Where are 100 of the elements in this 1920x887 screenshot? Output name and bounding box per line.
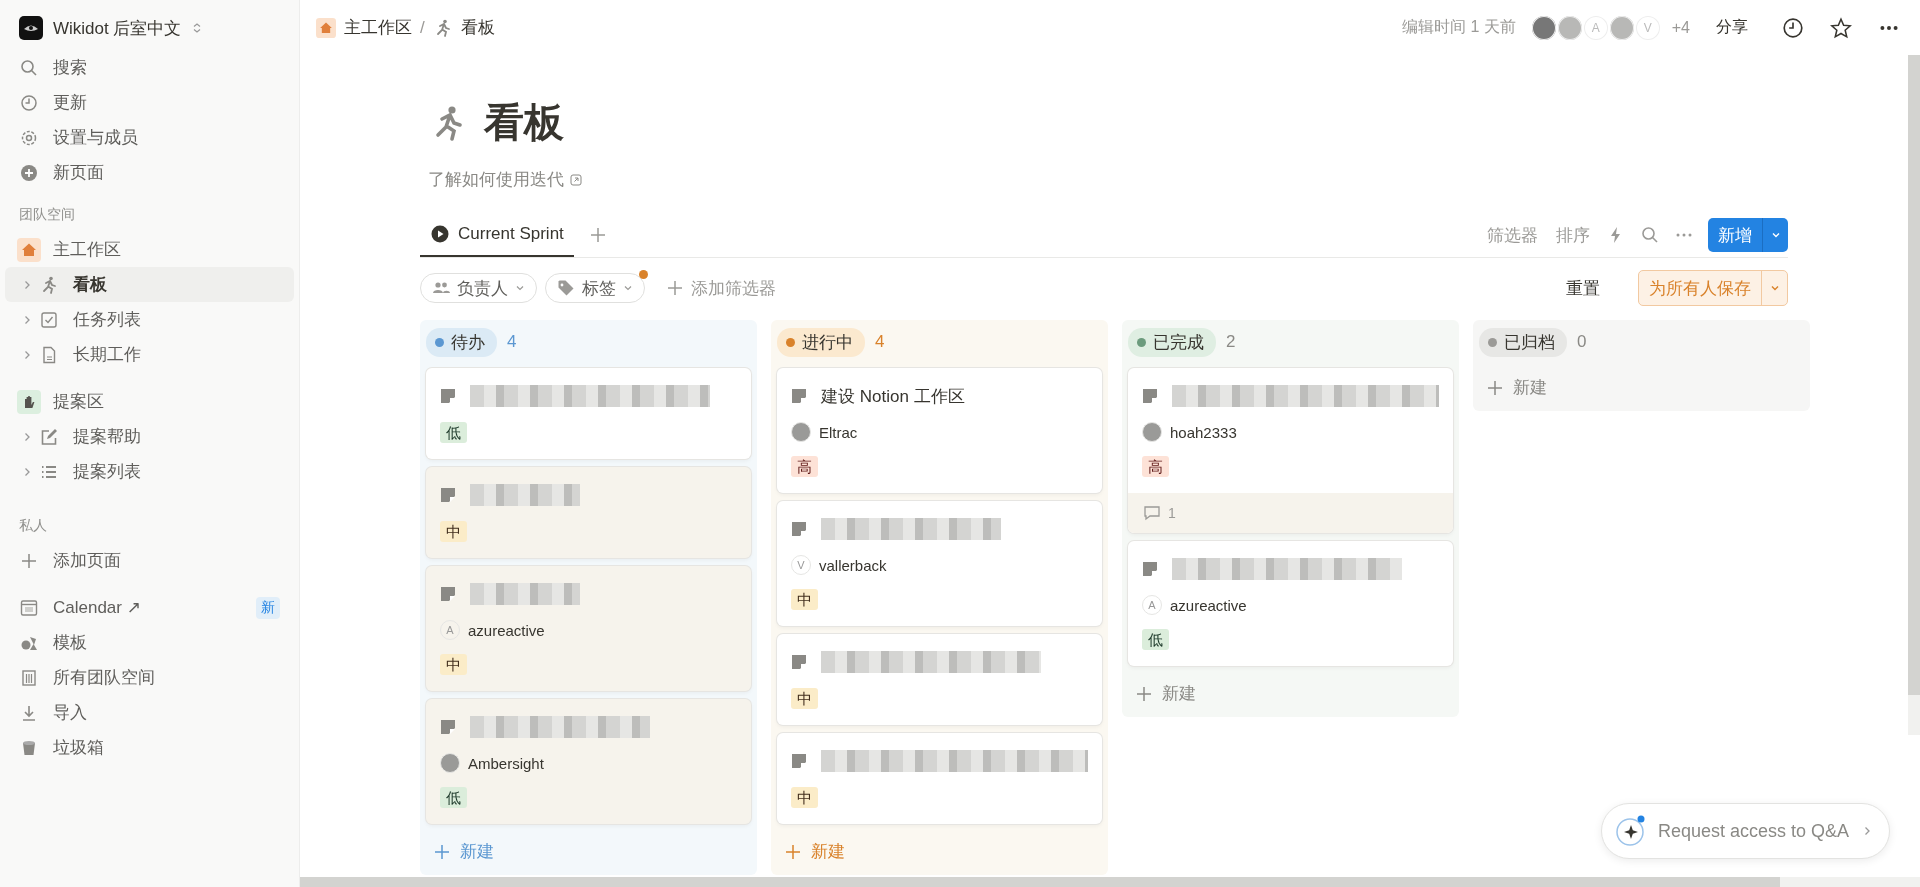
priority-tag: 中 <box>791 787 818 808</box>
sidebar-item[interactable]: 模板 <box>5 625 294 660</box>
breadcrumb-separator: / <box>420 17 425 38</box>
edit-icon <box>39 426 59 447</box>
avatar[interactable] <box>1609 15 1634 40</box>
page-icon <box>1142 561 1158 577</box>
task-card[interactable]: 中 <box>426 467 751 558</box>
new-badge: 新 <box>256 596 280 619</box>
task-card[interactable]: 中 <box>777 733 1102 824</box>
teamspace-item[interactable]: 提案区 <box>5 384 294 419</box>
vertical-scrollbar[interactable] <box>1908 55 1920 735</box>
sidebar-page-item[interactable]: 提案帮助 <box>5 419 294 454</box>
learn-link[interactable]: 了解如何使用迭代 <box>428 168 582 191</box>
sidebar-page-item[interactable]: 长期工作 <box>5 337 294 372</box>
sidebar-item[interactable]: 设置与成员 <box>5 120 294 155</box>
task-card[interactable]: 低 <box>426 368 751 459</box>
teamspace-item[interactable]: 主工作区 <box>5 232 294 267</box>
page-icon <box>440 388 456 404</box>
plus-circle-icon <box>19 162 39 183</box>
card-count: 4 <box>507 332 517 352</box>
horizontal-scrollbar[interactable] <box>300 877 1920 887</box>
avatar <box>791 422 811 442</box>
sidebar-item[interactable]: 搜索 <box>5 50 294 85</box>
assignee-name: hoah2333 <box>1170 423 1237 441</box>
avatar <box>440 753 460 773</box>
view-tab[interactable]: Current Sprint <box>420 213 574 257</box>
building-icon <box>19 667 39 688</box>
page-icon <box>791 388 807 404</box>
status-label: 进行中 <box>777 327 865 357</box>
workspace-name[interactable]: Wikidot 后室中文 <box>53 16 182 40</box>
filter-chip[interactable]: 标签 <box>545 273 645 303</box>
add-page-item[interactable]: 添加页面 <box>5 543 294 578</box>
task-card[interactable]: A azureactive 中 <box>426 566 751 691</box>
new-card-button[interactable]: 新建 <box>1128 674 1202 713</box>
task-card[interactable]: hoah2333 高 1 <box>1128 368 1453 533</box>
status-label: 已归档 <box>1479 327 1567 357</box>
task-card[interactable]: Ambersight 低 <box>426 699 751 824</box>
task-card[interactable]: A azureactive 低 <box>1128 541 1453 666</box>
priority-tag: 中 <box>440 654 467 675</box>
priority-tag: 低 <box>440 422 467 443</box>
sidebar-page-item[interactable]: 任务列表 <box>5 302 294 337</box>
avatar <box>1142 422 1162 442</box>
home-icon <box>17 237 41 262</box>
hand-icon <box>17 389 41 414</box>
sidebar-item[interactable]: 所有团队空间 <box>5 660 294 695</box>
avatar[interactable] <box>1557 15 1582 40</box>
checkbox-icon <box>39 309 59 330</box>
sidebar-page-item[interactable]: 提案列表 <box>5 454 294 489</box>
external-link-icon <box>570 173 582 186</box>
priority-tag: 中 <box>791 589 818 610</box>
page-icon <box>791 753 807 769</box>
task-card[interactable]: 建设 Notion 工作区 Eltrac 高 <box>777 368 1102 493</box>
sidebar-item[interactable]: Calendar ↗ 新 <box>5 590 294 625</box>
page-icon <box>1142 388 1158 404</box>
assignee-name: azureactive <box>468 621 545 639</box>
card-count: 0 <box>1577 332 1587 352</box>
page-icon <box>440 719 456 735</box>
priority-tag: 高 <box>791 456 818 477</box>
home-icon <box>316 17 336 38</box>
card-count: 4 <box>875 332 885 352</box>
sparkle-icon <box>1613 815 1646 847</box>
filter-chip[interactable]: 负责人 <box>420 273 537 303</box>
priority-tag: 高 <box>1142 456 1169 477</box>
reset-button[interactable]: 重置 <box>1560 275 1606 301</box>
tag-icon <box>556 278 576 298</box>
clock-icon[interactable] <box>1782 16 1804 39</box>
assignee-name: azureactive <box>1170 596 1247 614</box>
assignee-name: vallerback <box>819 556 887 574</box>
page-title: 看板 <box>484 99 564 146</box>
priority-tag: 低 <box>1142 629 1169 650</box>
search-icon <box>19 57 39 78</box>
star-icon[interactable] <box>1830 16 1852 39</box>
card-title: 建设 Notion 工作区 <box>821 385 965 408</box>
clock-icon <box>19 92 39 113</box>
page-icon <box>440 487 456 503</box>
new-card-button[interactable]: 新建 <box>1479 368 1553 407</box>
task-card[interactable]: 中 <box>777 634 1102 725</box>
priority-tag: 中 <box>791 688 818 709</box>
breadcrumb-link[interactable]: 看板 <box>432 16 495 39</box>
comment-icon <box>1142 503 1162 523</box>
avatar[interactable] <box>1531 15 1556 40</box>
page-icon <box>791 521 807 537</box>
search-icon[interactable] <box>1640 225 1660 245</box>
share-button[interactable]: 分享 <box>1708 13 1756 42</box>
status-label: 待办 <box>426 327 497 357</box>
new-dropdown-button[interactable] <box>1762 218 1788 252</box>
task-card[interactable]: V vallerback 中 <box>777 501 1102 626</box>
priority-tag: 低 <box>440 787 467 808</box>
breadcrumb-link[interactable]: 主工作区 <box>316 16 412 39</box>
sidebar-item[interactable]: 导入 <box>5 695 294 730</box>
sidebar-item[interactable]: 新页面 <box>5 155 294 190</box>
new-button[interactable]: 新增 <box>1708 218 1762 252</box>
comment-count: 1 <box>1168 505 1176 521</box>
page-icon <box>440 586 456 602</box>
assignee-name: Eltrac <box>819 423 858 441</box>
sidebar-item[interactable]: 更新 <box>5 85 294 120</box>
assignee-name: Ambersight <box>468 754 544 772</box>
sidebar-page-item[interactable]: 看板 <box>5 267 294 302</box>
sidebar-item[interactable]: 垃圾箱 <box>5 730 294 765</box>
request-access-button[interactable]: Request access to Q&A <box>1600 803 1890 859</box>
